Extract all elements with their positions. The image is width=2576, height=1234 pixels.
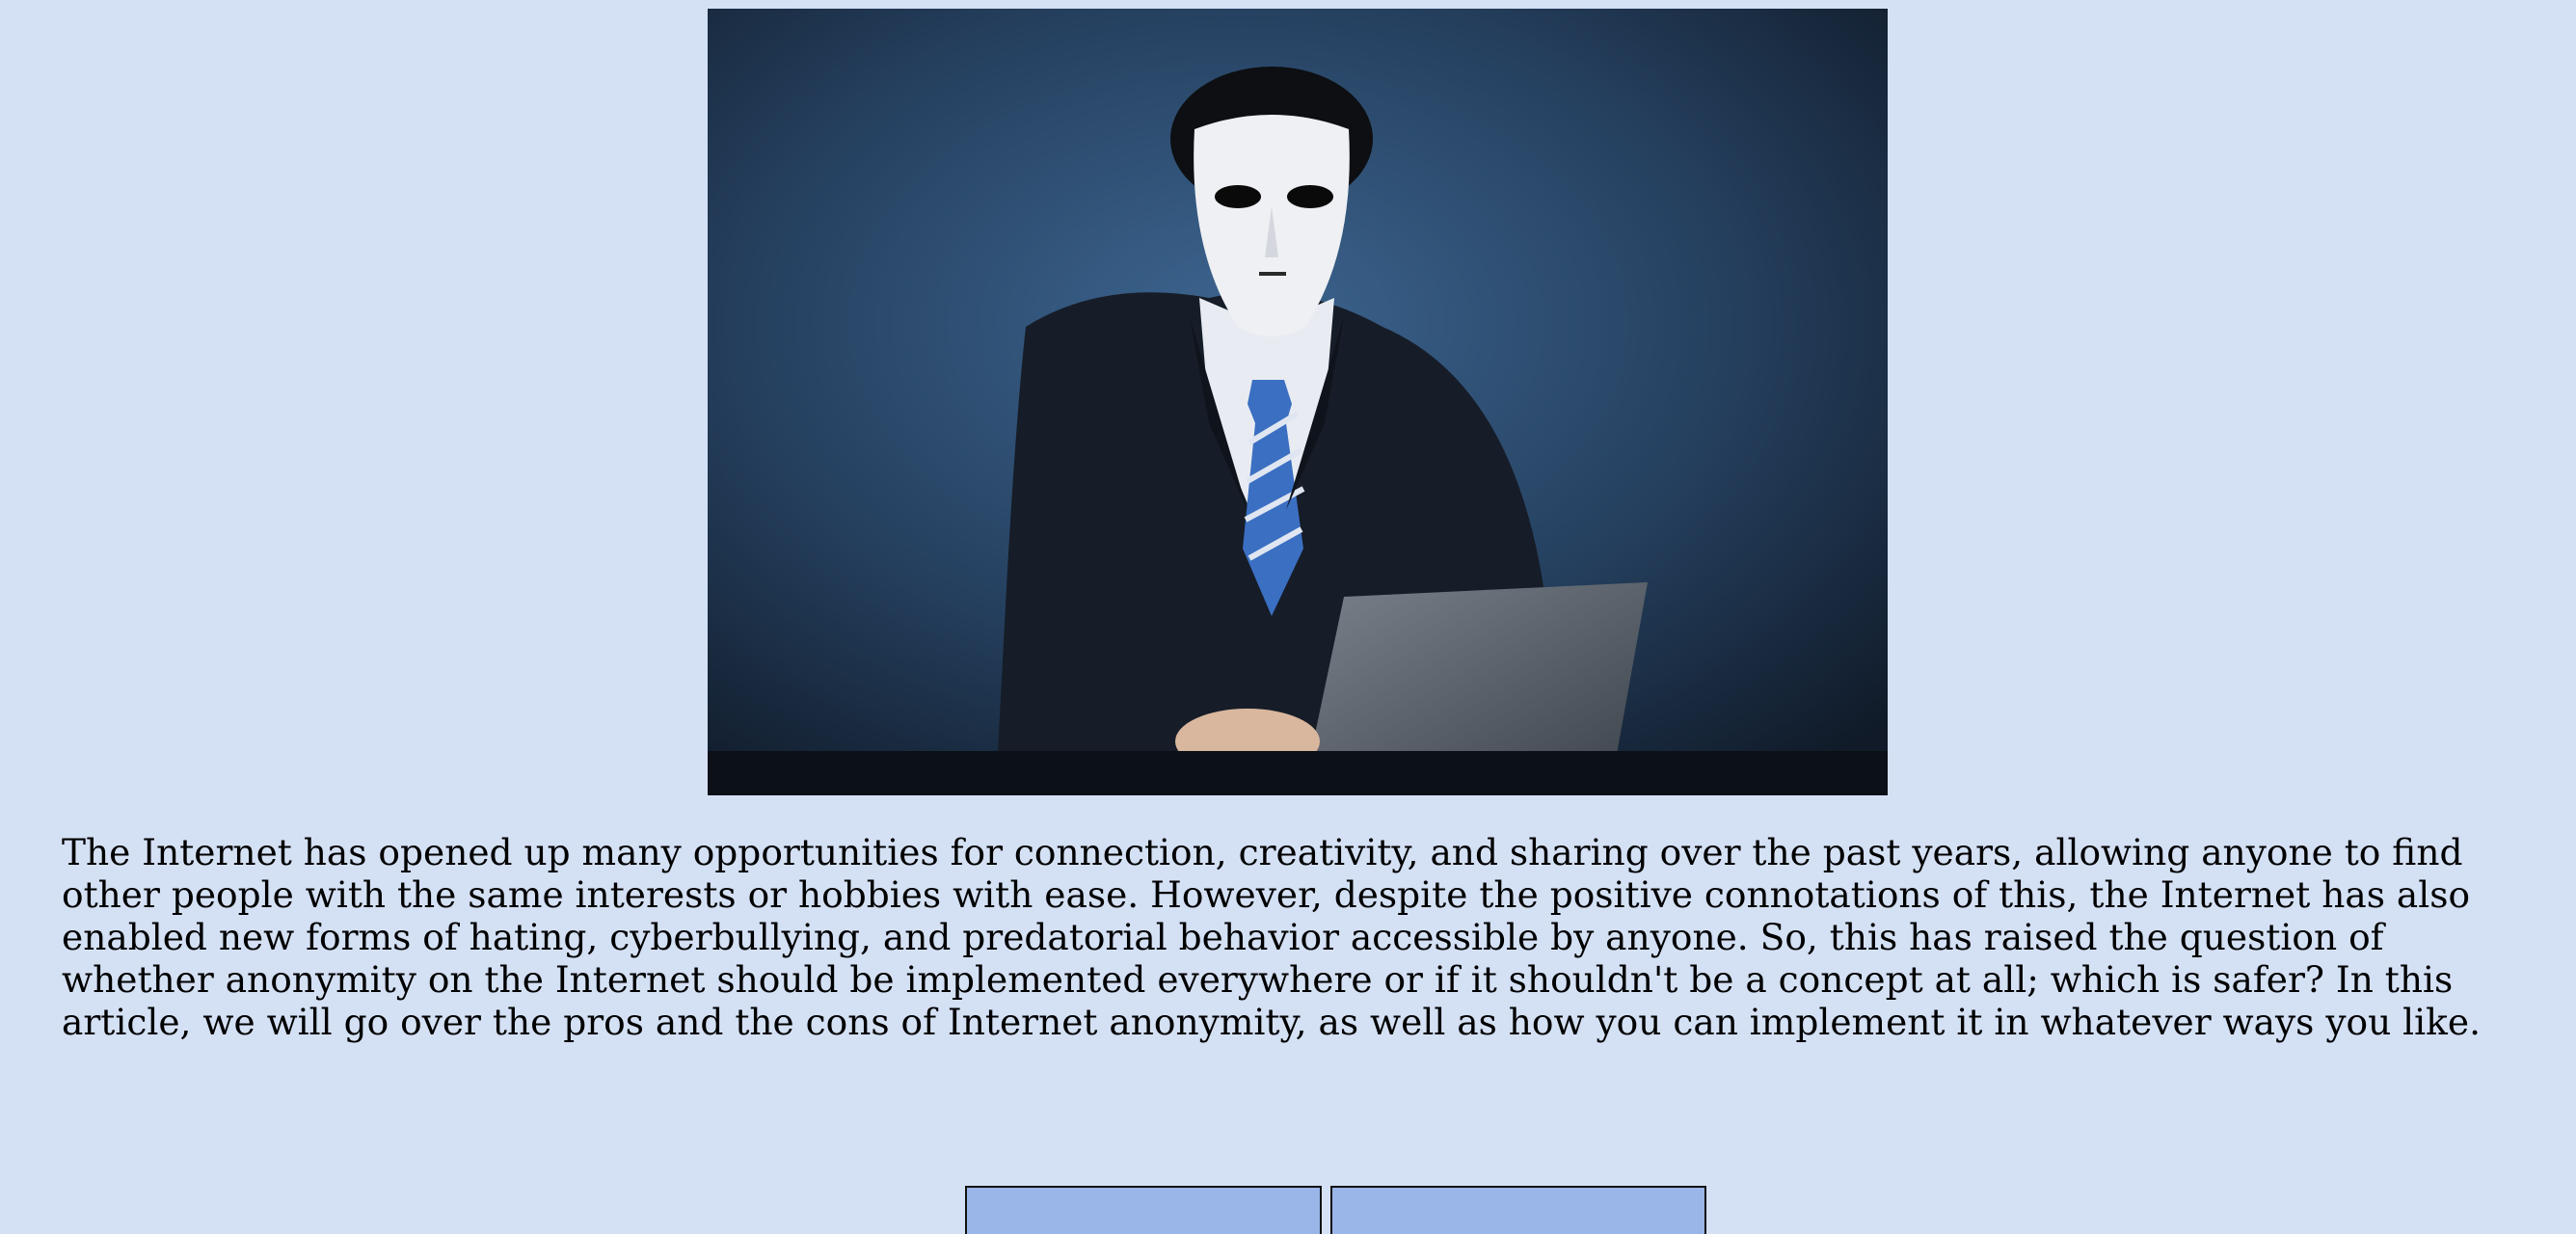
article-intro-paragraph: The Internet has opened up many opportun… [62,831,2482,1043]
masked-person-at-laptop-image [708,9,1888,795]
nav-button-right[interactable] [1330,1186,1706,1234]
nav-button-left[interactable] [965,1186,1322,1234]
page: The Internet has opened up many opportun… [0,0,2576,1234]
hero-image [708,9,1888,795]
